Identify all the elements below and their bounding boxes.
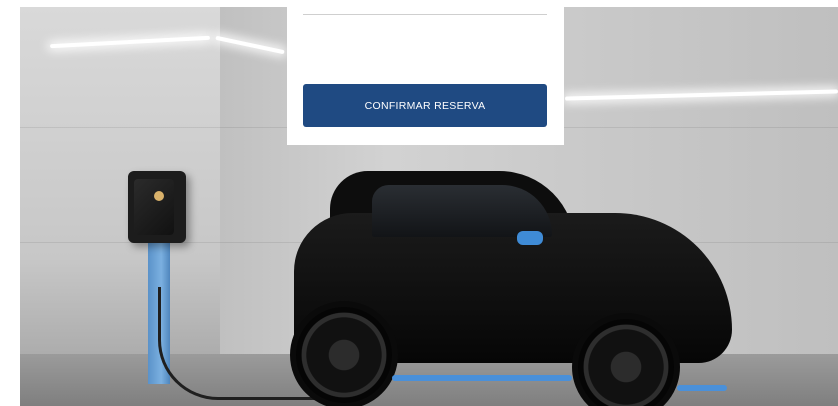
wallbox-charger bbox=[128, 171, 186, 243]
ceiling-light bbox=[215, 35, 285, 55]
side-trim bbox=[392, 375, 572, 381]
charger-led bbox=[154, 191, 164, 201]
ceiling-light bbox=[564, 89, 838, 101]
rear-trim bbox=[677, 385, 727, 391]
card-divider bbox=[303, 14, 547, 15]
reservation-card: CONFIRMAR RESERVA bbox=[287, 0, 564, 145]
car-window bbox=[372, 185, 552, 237]
side-mirror bbox=[517, 231, 543, 245]
front-wheel bbox=[290, 301, 398, 406]
confirm-reservation-button[interactable]: CONFIRMAR RESERVA bbox=[303, 84, 547, 127]
electric-car bbox=[282, 163, 742, 406]
charger-face bbox=[134, 179, 174, 235]
